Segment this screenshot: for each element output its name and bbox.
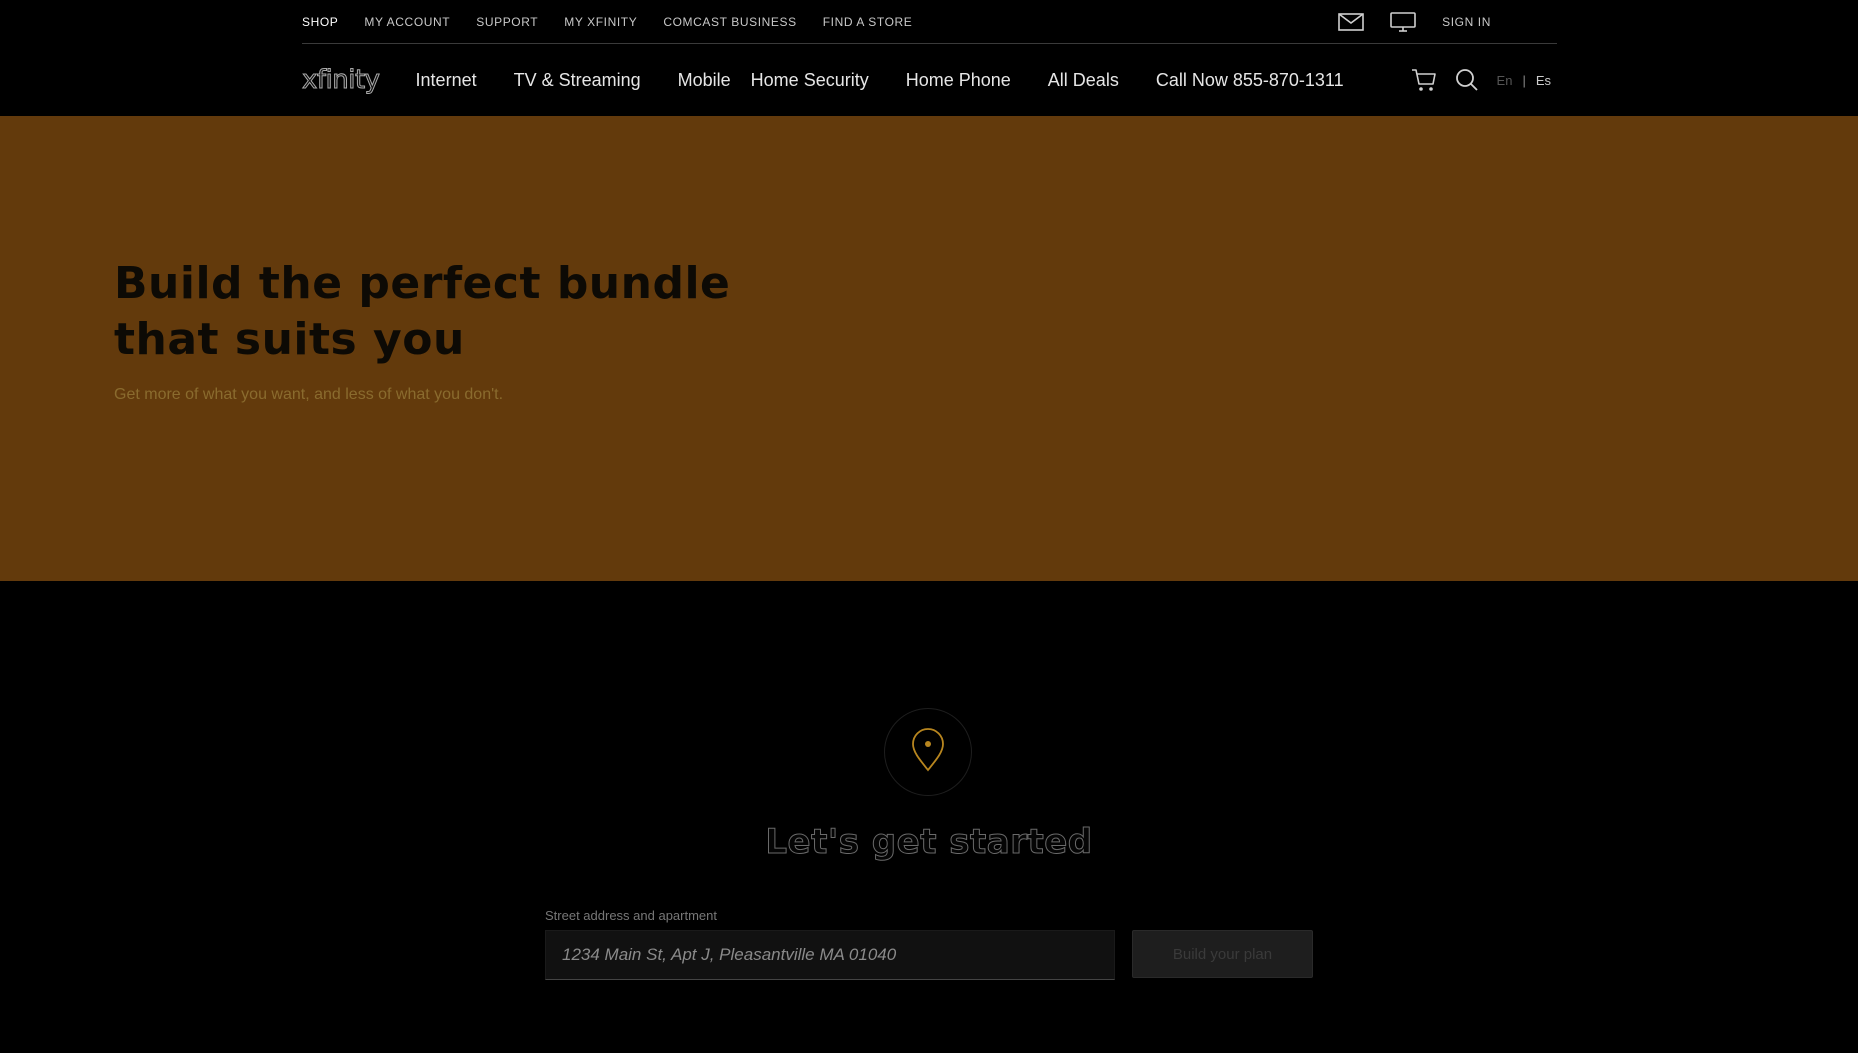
monitor-icon[interactable]: [1390, 11, 1416, 32]
section-title: Let's get started: [765, 822, 1093, 863]
nav-internet[interactable]: Internet: [416, 70, 477, 91]
lang-en[interactable]: En: [1497, 73, 1513, 88]
location-pin-icon: [910, 727, 946, 777]
nav-tv-streaming[interactable]: TV & Streaming: [514, 70, 641, 91]
hero-subtitle: Get more of what you want, and less of w…: [114, 386, 504, 403]
nav-all-deals[interactable]: All Deals: [1048, 70, 1119, 91]
build-your-plan-button[interactable]: Build your plan: [1132, 930, 1313, 978]
address-field-label: Street address and apartment: [545, 908, 717, 923]
utility-link-my-xfinity[interactable]: MY XFINITY: [564, 15, 637, 29]
utility-link-find-a-store[interactable]: FIND A STORE: [823, 15, 913, 29]
hero-banner: Build the perfect bundle that suits you …: [0, 116, 1858, 581]
utility-link-my-account[interactable]: MY ACCOUNT: [364, 15, 450, 29]
cart-icon[interactable]: [1411, 68, 1437, 92]
location-pin-badge: [884, 708, 972, 796]
language-switcher: En | Es: [1497, 73, 1551, 88]
hero-title: Build the perfect bundle that suits you: [114, 258, 731, 365]
nav-home-security[interactable]: Home Security: [751, 70, 869, 91]
utility-link-support[interactable]: SUPPORT: [476, 15, 538, 29]
utility-link-shop[interactable]: SHOP: [302, 15, 338, 29]
nav-mobile[interactable]: Mobile: [678, 70, 731, 91]
nav-right: En | Es: [1411, 68, 1557, 92]
nav-home-phone[interactable]: Home Phone: [906, 70, 1011, 91]
mail-icon[interactable]: [1338, 12, 1364, 31]
utility-bar: SHOP MY ACCOUNT SUPPORT MY XFINITY COMCA…: [302, 0, 1557, 44]
utility-link-comcast-business[interactable]: COMCAST BUSINESS: [663, 15, 796, 29]
address-input[interactable]: [545, 930, 1115, 980]
xfinity-logo[interactable]: xfinity: [302, 65, 381, 96]
lang-es[interactable]: Es: [1536, 73, 1551, 88]
utility-right: SIGN IN: [1338, 11, 1557, 32]
nav-call-now[interactable]: Call Now 855-870-1311: [1156, 70, 1344, 91]
main-nav: xfinity Internet TV & Streaming Mobile H…: [302, 44, 1557, 116]
sign-in-link[interactable]: SIGN IN: [1442, 15, 1491, 29]
search-icon[interactable]: [1455, 68, 1479, 92]
lang-separator: |: [1522, 72, 1526, 88]
